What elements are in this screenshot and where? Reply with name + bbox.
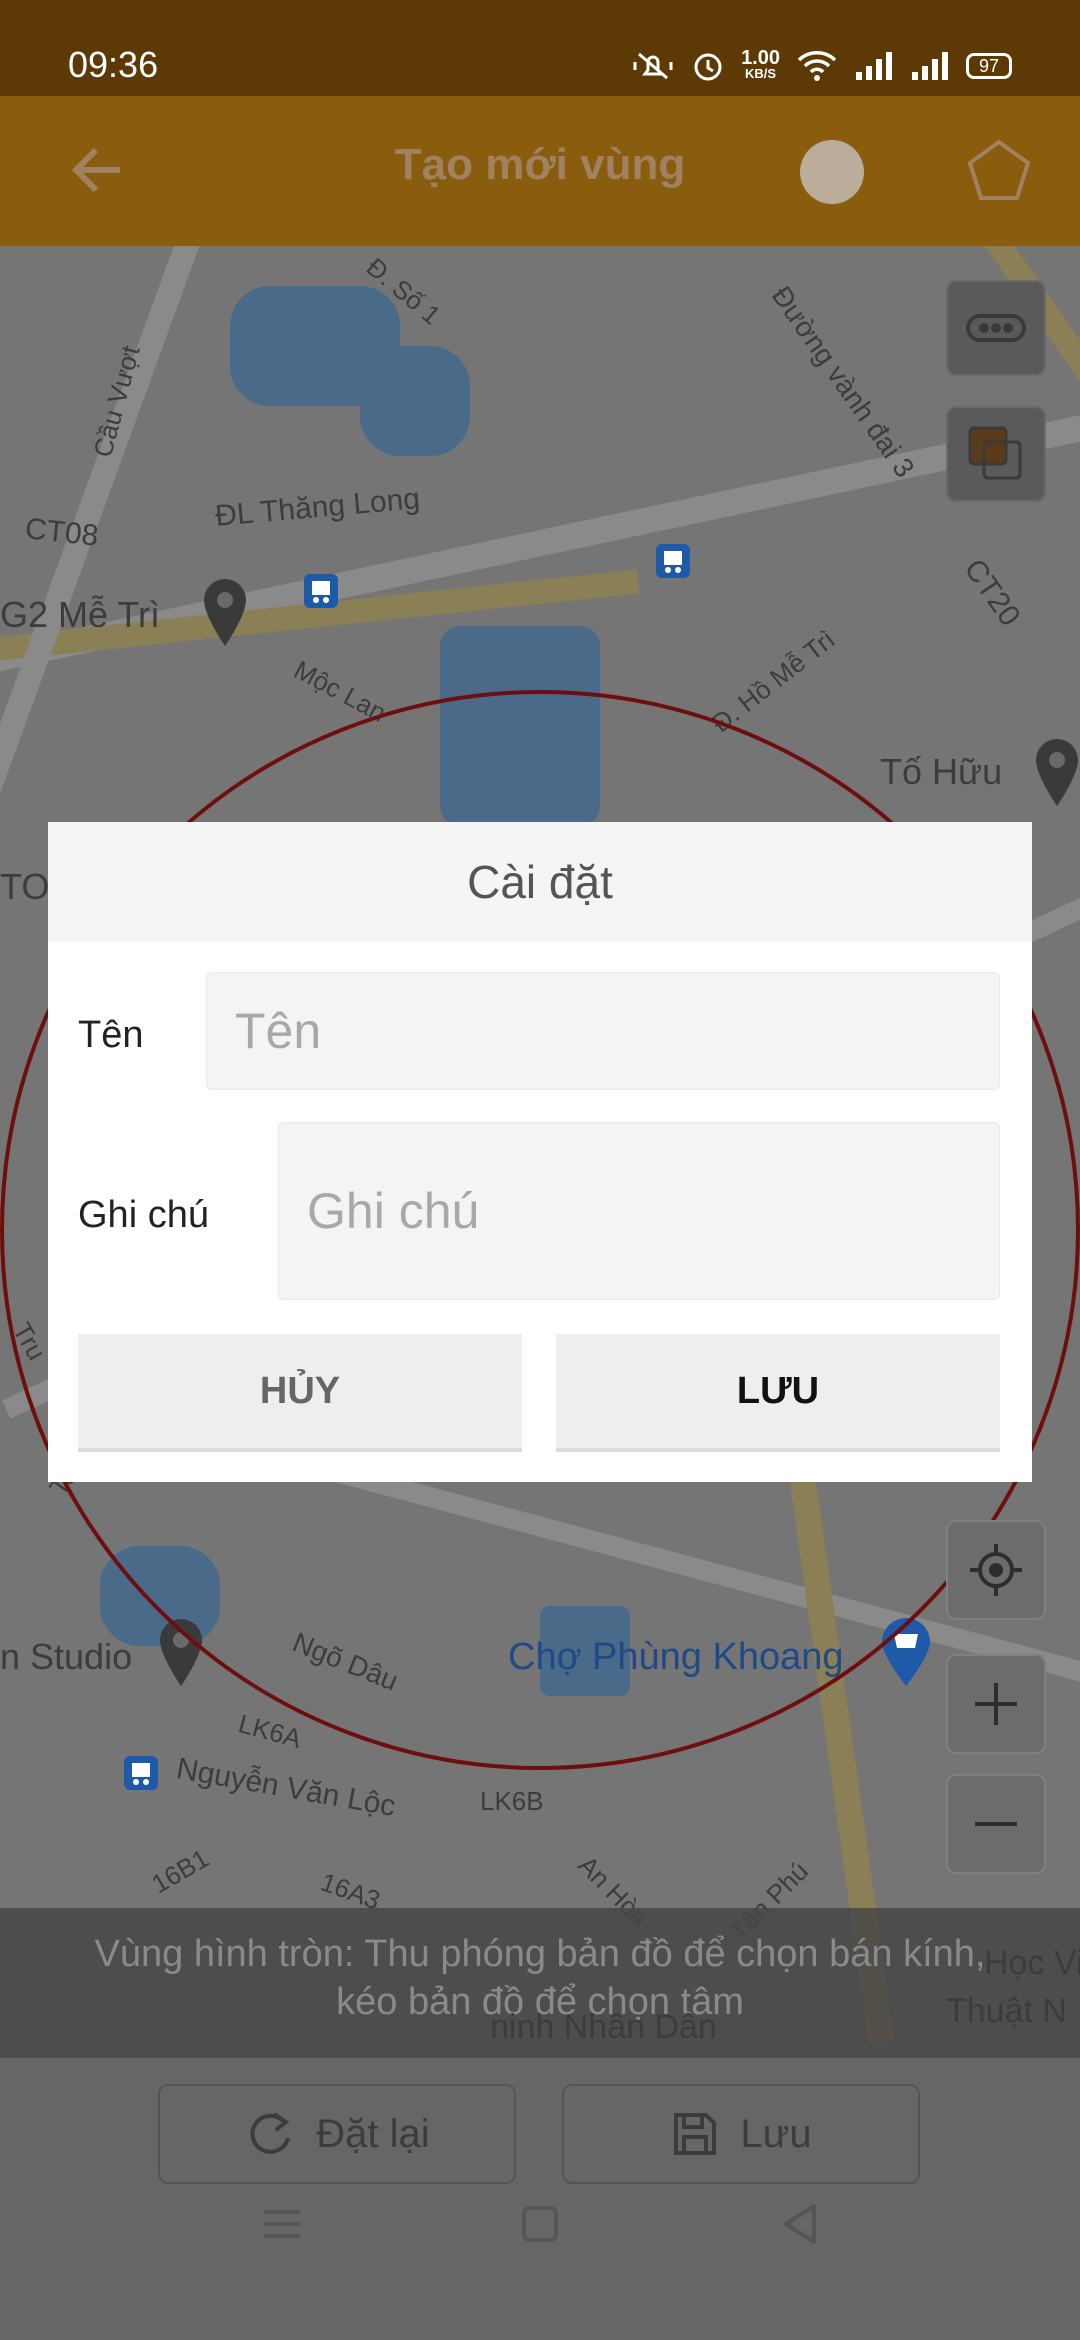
- reset-button[interactable]: Đặt lại: [158, 2084, 516, 2184]
- name-input[interactable]: [206, 972, 1000, 1090]
- map-type-button[interactable]: [946, 280, 1046, 376]
- map-label: Đường vành đai 3: [765, 280, 921, 483]
- zoom-in-icon: [975, 1683, 1017, 1725]
- back-nav-icon[interactable]: [770, 2194, 830, 2254]
- home-nav-icon[interactable]: [510, 2194, 570, 2254]
- layers-icon: [968, 426, 1022, 480]
- note-label: Ghi chú: [78, 1194, 209, 1236]
- refresh-icon: [250, 2112, 291, 2154]
- note-input[interactable]: [278, 1122, 1000, 1300]
- bus-stop-icon: [304, 574, 338, 608]
- map-label: Đ. Hồ Mễ Trì: [706, 623, 841, 739]
- lake: [360, 346, 470, 456]
- save-map-button[interactable]: Lưu: [562, 2084, 920, 2184]
- zoom-in-button[interactable]: [946, 1654, 1046, 1754]
- alarm-icon: [694, 53, 722, 81]
- bus-stop-icon: [124, 1756, 158, 1790]
- map-pin-icon: [1036, 739, 1078, 806]
- map-label: Tố Hữu: [880, 751, 1003, 792]
- map-label: Thuật N: [946, 1992, 1067, 2030]
- signal-icon-2: [912, 52, 948, 80]
- map-type-icon: [966, 314, 1026, 342]
- wifi-icon: [797, 51, 837, 81]
- my-location-button[interactable]: [946, 1520, 1046, 1620]
- settings-dialog: Cài đặt Tên Ghi chú HỦY LƯU: [48, 822, 1032, 1482]
- map-label: CT08: [23, 512, 100, 553]
- map-label: Nguyễn Văn Lộc: [173, 1751, 399, 1824]
- cancel-button[interactable]: HỦY: [78, 1334, 522, 1452]
- status-time: 09:36: [68, 44, 159, 85]
- hint-line-1: Vùng hình tròn: Thu phóng bản đồ để chọn…: [94, 1933, 986, 1975]
- map-label: LK6B: [480, 1786, 544, 1816]
- circle-shape-icon[interactable]: [800, 140, 864, 204]
- battery-icon: 97: [966, 53, 1012, 79]
- mute-icon: [633, 52, 673, 80]
- map-pin-icon: [204, 579, 246, 646]
- my-location-icon: [970, 1544, 1022, 1596]
- dialog-title: Cài đặt: [48, 822, 1032, 942]
- signal-icon: [856, 52, 892, 80]
- polygon-shape-icon[interactable]: [964, 136, 1034, 206]
- save-map-label: Lưu: [740, 2111, 812, 2156]
- map-label: ĐL Thăng Long: [213, 482, 422, 533]
- name-label: Tên: [78, 1014, 144, 1056]
- reset-label: Đặt lại: [316, 2111, 430, 2156]
- map-label: 16B1: [146, 1842, 214, 1900]
- map-label: LK6A: [235, 1708, 305, 1754]
- status-icons: 1.00 KB/S 97: [631, 46, 1012, 86]
- map-label: CT20: [957, 553, 1027, 633]
- save-icon: [674, 2113, 717, 2155]
- save-button[interactable]: LƯU: [556, 1334, 1000, 1452]
- bus-stop-icon: [656, 544, 690, 578]
- page-title: Tạo mới vùng: [394, 140, 686, 189]
- layers-button[interactable]: [946, 406, 1046, 502]
- map-label: ninh Nhân Dân: [490, 2008, 717, 2046]
- zoom-out-icon: [975, 1822, 1017, 1826]
- net-speed: 1.00 KB/S: [741, 47, 780, 81]
- zoom-out-button[interactable]: [946, 1774, 1046, 1874]
- map-label: Học Vi: [984, 1944, 1080, 1982]
- map-label: n Studio: [0, 1636, 133, 1677]
- map-label: G2 Mễ Trì: [0, 594, 161, 635]
- menu-nav-icon[interactable]: [252, 2194, 312, 2254]
